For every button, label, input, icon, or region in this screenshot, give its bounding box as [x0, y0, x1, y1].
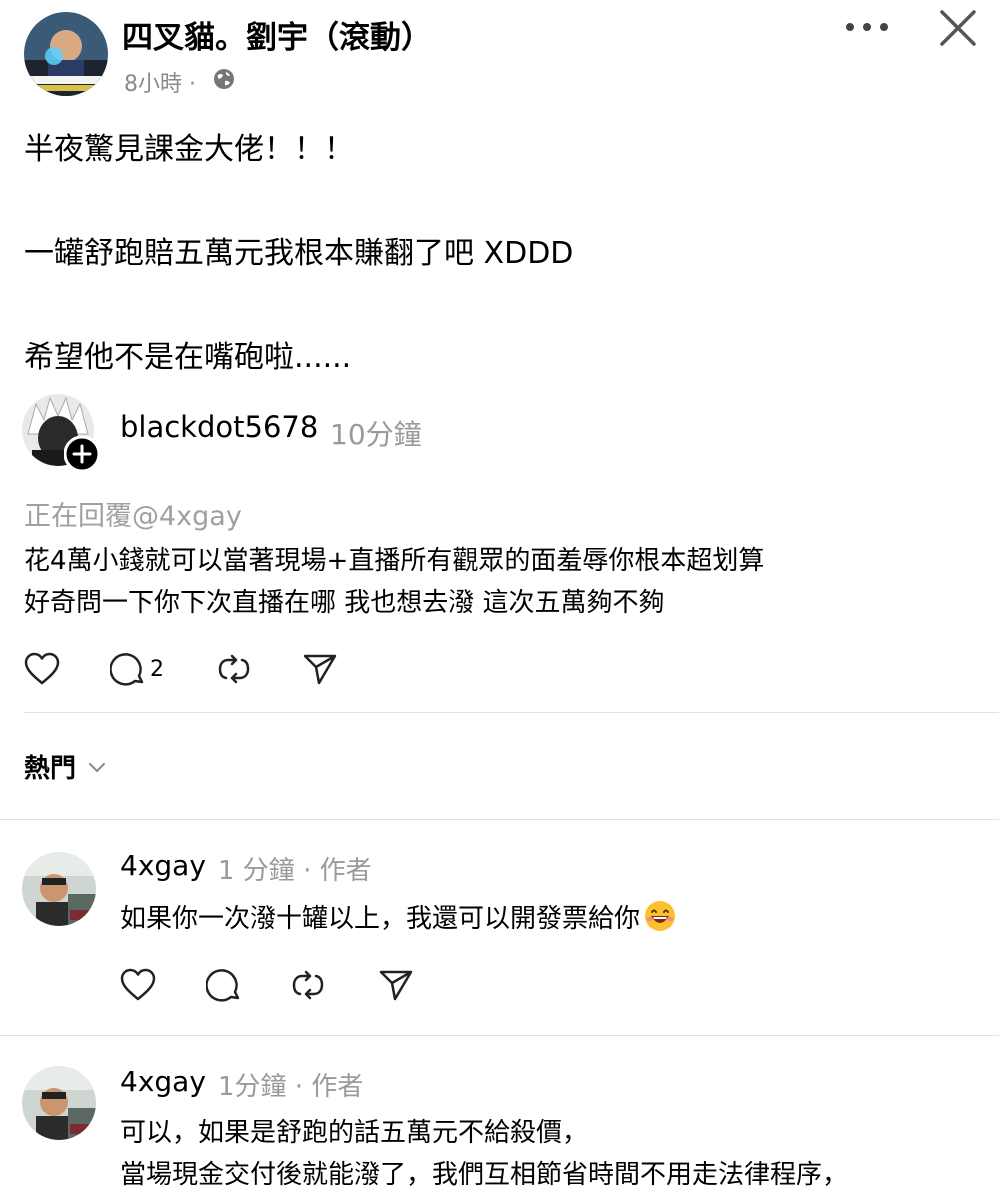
comment-icon	[110, 653, 144, 686]
send-icon	[379, 970, 413, 1001]
send-icon	[303, 654, 337, 685]
chevron-down-icon	[89, 762, 106, 772]
comment-meta: 1 分鐘 · 作者	[218, 856, 372, 886]
repost-button[interactable]	[216, 651, 252, 687]
comment-meta: 1分鐘 · 作者	[218, 1072, 364, 1102]
comment-button[interactable]	[206, 967, 242, 1003]
comment-button[interactable]: 2	[110, 651, 164, 687]
post-text-line: 一罐舒跑賠五萬元我根本賺翻了吧 XDDD	[24, 236, 574, 271]
divider	[0, 819, 999, 820]
post-text-line: 希望他不是在嘴砲啦......	[24, 340, 352, 375]
heart-icon	[120, 968, 156, 1001]
comment-count: 2	[150, 656, 164, 682]
globe-icon	[214, 69, 234, 89]
author-name[interactable]: 四叉貓。劉宇（滾動）	[122, 12, 432, 57]
comment-avatar[interactable]	[22, 852, 96, 926]
post-time: 8小時 ·	[124, 72, 196, 97]
divider	[0, 1035, 999, 1036]
comment-text-line: 可以，如果是舒跑的話五萬元不給殺價，	[120, 1118, 589, 1148]
more-horizontal-icon[interactable]	[845, 22, 889, 32]
post-text-line: 半夜驚見課金大佬！！！	[24, 132, 354, 167]
close-icon[interactable]	[938, 8, 978, 48]
repost-icon	[218, 654, 250, 684]
comment-text: 如果你一次潑十罐以上，我還可以開發票給你	[120, 904, 641, 934]
repost-icon	[292, 970, 324, 1000]
comment-username[interactable]: 4xgay	[120, 849, 206, 882]
grinning-face-icon	[645, 901, 676, 931]
share-button[interactable]	[302, 652, 338, 686]
author-avatar[interactable]	[24, 12, 108, 96]
follow-plus-icon[interactable]	[64, 436, 100, 472]
like-button[interactable]	[120, 968, 156, 1002]
comment-icon	[206, 969, 240, 1002]
share-button[interactable]	[378, 968, 414, 1002]
replying-to-label[interactable]: 正在回覆@4xgay	[24, 494, 242, 533]
sort-label: 熱門	[24, 754, 77, 784]
comment-avatar[interactable]	[22, 1066, 96, 1140]
heart-icon	[24, 652, 60, 685]
divider	[24, 712, 999, 713]
sort-dropdown[interactable]: 熱門	[24, 748, 106, 785]
reply-username[interactable]: blackdot5678	[120, 410, 318, 444]
repost-button[interactable]	[290, 967, 326, 1003]
comment-text-line: 當場現金交付後就能潑了，我們互相節省時間不用走法律程序，	[120, 1160, 849, 1190]
comment-text-line: 如果你一次潑十罐以上，我還可以開發票給你	[120, 898, 676, 935]
reply-text-line: 花4萬小錢就可以當著現場+直播所有觀眾的面羞辱你根本超划算	[24, 546, 765, 576]
reply-text-line: 好奇問一下你下次直播在哪 我也想去潑 這次五萬夠不夠	[24, 588, 665, 618]
reply-time: 10分鐘	[330, 418, 422, 451]
comment-username[interactable]: 4xgay	[120, 1065, 206, 1098]
like-button[interactable]	[24, 652, 60, 686]
